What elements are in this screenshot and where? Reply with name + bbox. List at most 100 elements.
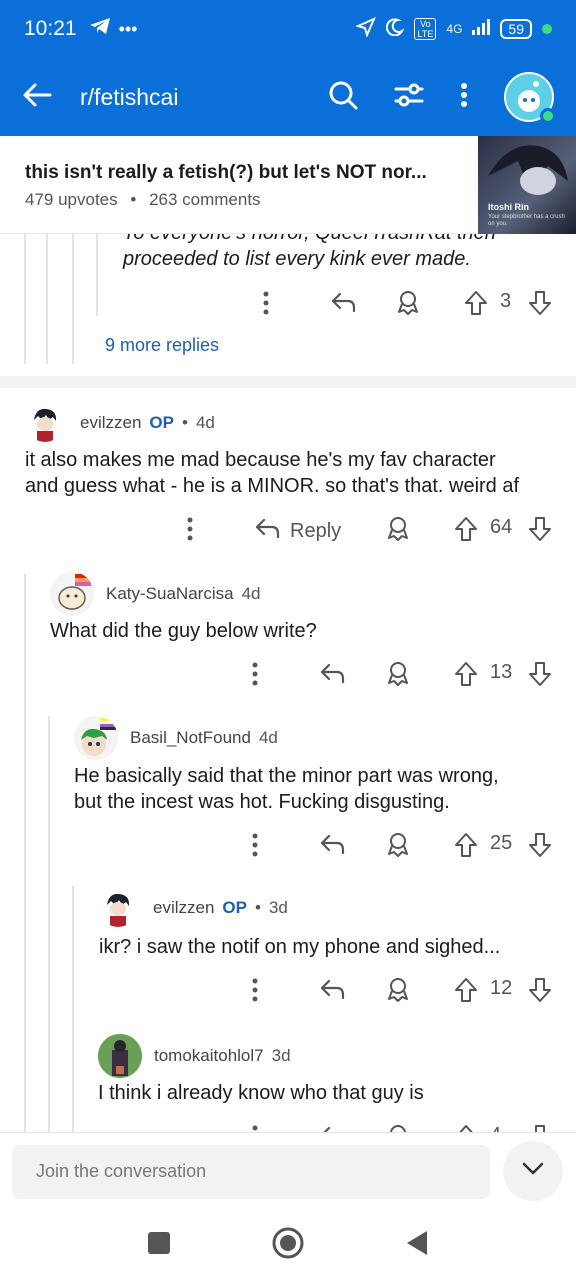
subreddit-title[interactable]: r/fetishcai [80, 84, 178, 111]
thread-line [48, 716, 50, 1132]
comment-score: 25 [490, 832, 513, 854]
post-upvotes: 479 upvotes [25, 190, 118, 209]
comment-body-line: I think i already know who that guy is [98, 1082, 424, 1104]
comment-body-line: it also makes me mad because he's my fav… [25, 449, 496, 471]
comment-body-line: To everyone's horror, QueerTrashRat then [123, 234, 496, 246]
comment-age: 4d [195, 413, 215, 432]
reply-icon[interactable] [319, 662, 345, 690]
upvote-icon[interactable] [454, 661, 478, 693]
thread-line [96, 234, 98, 316]
post-title[interactable]: this isn't really a fetish(?) but let's … [25, 162, 455, 184]
more-replies-link[interactable]: 9 more replies [105, 335, 219, 356]
comment-composer: Join the conversation [0, 1132, 576, 1210]
upvote-icon[interactable] [464, 290, 488, 322]
avatar[interactable] [98, 1034, 142, 1078]
award-icon[interactable] [386, 977, 410, 1009]
telegram-icon [89, 17, 111, 41]
comment-body-line: but the incest was hot. Fucking disgusti… [74, 791, 450, 813]
post-comments-count: 263 comments [149, 190, 261, 209]
upvote-icon[interactable] [454, 516, 478, 548]
join-conversation-input[interactable]: Join the conversation [12, 1145, 490, 1199]
comment-score: 13 [490, 661, 513, 683]
thread-line [46, 234, 48, 364]
comment-body-line: and guess what - he is a MINOR. so that'… [25, 475, 520, 497]
downvote-icon[interactable] [528, 977, 552, 1009]
more-icon[interactable] [186, 516, 194, 548]
award-icon[interactable] [386, 661, 410, 693]
avatar[interactable] [74, 716, 118, 760]
more-notifications-icon: ••• [118, 18, 138, 39]
reply-icon[interactable] [319, 978, 345, 1006]
signal-icon [472, 19, 491, 39]
filter-icon[interactable] [394, 82, 424, 113]
thread-line [24, 574, 26, 1132]
location-icon [355, 17, 377, 41]
user-avatar[interactable] [504, 72, 556, 124]
upvote-icon[interactable] [454, 977, 478, 1009]
reply-label: Reply [290, 519, 342, 542]
post-header[interactable]: this isn't really a fetish(?) but let's … [0, 136, 576, 234]
search-icon[interactable] [328, 80, 358, 115]
comment-username[interactable]: tomokaitohlol7 [154, 1046, 264, 1066]
avatar[interactable] [26, 404, 64, 442]
recents-icon[interactable] [147, 1231, 171, 1260]
more-icon[interactable] [460, 82, 468, 113]
more-icon[interactable] [251, 1124, 259, 1132]
meta-separator: • [181, 413, 188, 432]
comment-username[interactable]: Basil_NotFound [130, 728, 251, 748]
award-icon[interactable] [396, 290, 420, 322]
comment-header: tomokaitohlol7 3d [98, 1034, 291, 1078]
reply-icon [254, 517, 280, 545]
back-arrow-icon[interactable] [22, 82, 52, 113]
post-thumbnail[interactable]: Itoshi Rin Your stepbrother has a crush … [478, 136, 576, 234]
op-badge: OP [222, 898, 247, 917]
comment-username[interactable]: Katy-SuaNarcisa [106, 584, 234, 604]
downvote-icon[interactable] [528, 516, 552, 548]
online-status-icon [540, 108, 556, 124]
award-icon[interactable] [386, 516, 410, 548]
comment-username[interactable]: evilzzen [80, 413, 141, 433]
comments-list: To everyone's horror, QueerTrashRat then… [0, 234, 576, 1132]
reply-icon[interactable] [319, 1125, 345, 1132]
more-icon[interactable] [251, 832, 259, 864]
more-icon[interactable] [251, 977, 259, 1009]
comment-actions: Reply 64 [186, 516, 566, 546]
comment-age: 4d [258, 728, 278, 747]
reply-button[interactable]: Reply [254, 517, 341, 545]
downvote-icon[interactable] [528, 290, 552, 322]
comment-header: evilzzen OP • 4d [26, 404, 215, 442]
comment-body-line: ikr? i saw the notif on my phone and sig… [99, 936, 501, 958]
status-bar: 10:21 ••• Vo LTE 4G 59 [0, 0, 576, 58]
comment-username[interactable]: evilzzen [153, 898, 214, 918]
avatar[interactable] [99, 889, 137, 927]
comment-score: 4 [490, 1124, 501, 1132]
network-label: 4G [446, 22, 463, 36]
downvote-icon[interactable] [528, 661, 552, 693]
expand-comments-button[interactable] [503, 1141, 563, 1201]
upvote-icon[interactable] [454, 1124, 478, 1132]
reply-icon[interactable] [319, 833, 345, 861]
thread-line [72, 886, 74, 1132]
home-icon[interactable] [271, 1226, 305, 1265]
meta-separator: • [130, 190, 137, 209]
comment-actions: 13 [251, 661, 561, 691]
comment-body-line: He basically said that the minor part wa… [74, 765, 499, 787]
more-icon[interactable] [262, 290, 270, 322]
battery-indicator: 59 [500, 19, 532, 39]
post-meta: 479 upvotes • 263 comments [25, 190, 261, 210]
downvote-icon[interactable] [528, 1124, 552, 1132]
reply-icon[interactable] [330, 291, 356, 319]
award-icon[interactable] [386, 832, 410, 864]
more-icon[interactable] [251, 661, 259, 693]
downvote-icon[interactable] [528, 832, 552, 864]
upvote-icon[interactable] [454, 832, 478, 864]
volte-icon: Vo LTE [414, 18, 437, 40]
avatar[interactable] [50, 572, 94, 616]
chevron-down-icon [522, 1162, 544, 1181]
back-icon[interactable] [405, 1230, 429, 1261]
comment-header: evilzzen OP • 3d [99, 889, 288, 927]
system-nav-bar [0, 1210, 576, 1280]
thread-line [72, 234, 74, 364]
award-icon[interactable] [386, 1124, 410, 1132]
thread-line [24, 234, 26, 364]
